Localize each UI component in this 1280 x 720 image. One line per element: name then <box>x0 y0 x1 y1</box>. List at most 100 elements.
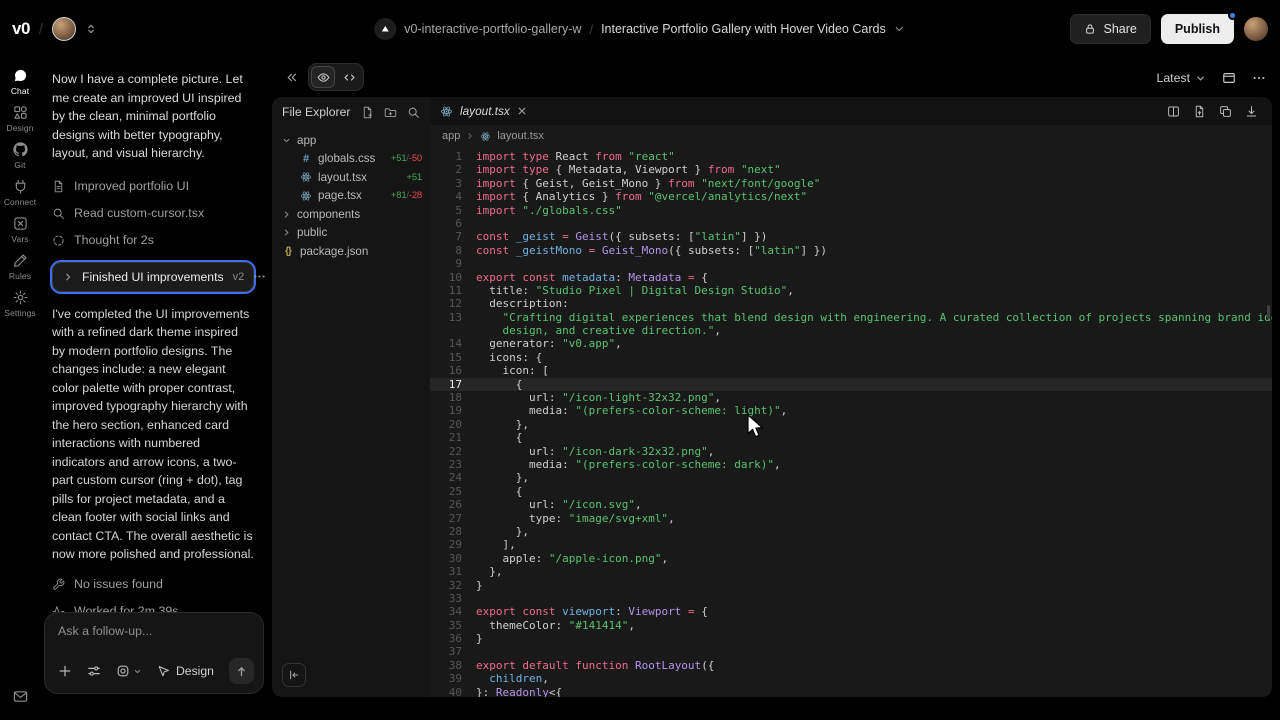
code-line-5[interactable]: 5import "./globals.css" <box>430 204 1272 217</box>
code-editor[interactable]: 1import type React from "react"2import t… <box>430 147 1272 697</box>
file-layout-tsx[interactable]: layout.tsx+51 <box>272 168 430 187</box>
file-globals-css[interactable]: #globals.css+51/-50 <box>272 150 430 169</box>
file-public[interactable]: public <box>272 224 430 243</box>
collapse-chat-button[interactable] <box>280 66 302 88</box>
download-icon[interactable] <box>1245 105 1258 118</box>
rail-item-vars[interactable]: Vars <box>0 216 40 244</box>
code-line-9[interactable]: 9 <box>430 257 1272 270</box>
rail-item-settings[interactable]: Settings <box>0 290 40 318</box>
file-app[interactable]: app <box>272 131 430 150</box>
breadcrumb-chat-title[interactable]: Interactive Portfolio Gallery with Hover… <box>601 22 886 36</box>
code-line-29[interactable]: 29 ], <box>430 538 1272 551</box>
code-line-13[interactable]: 13 "Crafting digital experiences that bl… <box>430 311 1272 324</box>
file-up-icon[interactable] <box>1193 105 1206 118</box>
scrollbar-thumb[interactable] <box>1267 305 1270 319</box>
code-line-15[interactable]: 15 icons: { <box>430 351 1272 364</box>
code-line-40[interactable]: 40}: Readonly<{ <box>430 686 1272 697</box>
new-folder-icon[interactable] <box>384 106 397 119</box>
new-file-icon[interactable] <box>361 106 374 119</box>
search-icon[interactable] <box>407 106 420 119</box>
code-line-wrap[interactable]: design, and creative direction.", <box>430 324 1272 337</box>
code-line-22[interactable]: 22 url: "/icon-dark-32x32.png", <box>430 445 1272 458</box>
code-line-27[interactable]: 27 type: "image/svg+xml", <box>430 512 1272 525</box>
code-toggle-button[interactable] <box>337 66 361 88</box>
code-line-35[interactable]: 35 themeColor: "#141414", <box>430 619 1272 632</box>
rail-item-connect[interactable]: Connect <box>0 179 40 207</box>
code-line-36[interactable]: 36} <box>430 632 1272 645</box>
code-line-3[interactable]: 3import { Geist, Geist_Mono } from "next… <box>430 177 1272 190</box>
preview-toggle-button[interactable] <box>311 66 335 88</box>
chevron-down-icon[interactable] <box>894 23 906 35</box>
code-line-2[interactable]: 2import type { Metadata, Viewport } from… <box>430 163 1272 176</box>
status-no-issues-found[interactable]: No issues found <box>52 571 254 598</box>
mail-button[interactable] <box>0 689 40 704</box>
code-line-28[interactable]: 28 }, <box>430 525 1272 538</box>
code-line-6[interactable]: 6 <box>430 217 1272 230</box>
browser-window-icon[interactable] <box>1222 71 1236 85</box>
code-line-37[interactable]: 37 <box>430 645 1272 658</box>
code-line-18[interactable]: 18 url: "/icon-light-32x32.png", <box>430 391 1272 404</box>
code-line-23[interactable]: 23 media: "(prefers-color-scheme: dark)"… <box>430 458 1272 471</box>
code-line-8[interactable]: 8const _geistMono = Geist_Mono({ subsets… <box>430 244 1272 257</box>
code-line-10[interactable]: 10export const metadata: Metadata = { <box>430 271 1272 284</box>
model-selector[interactable] <box>116 664 142 678</box>
chat-step-read-custom-cursor-tsx[interactable]: Read custom-cursor.tsx <box>52 200 254 227</box>
vercel-triangle-icon[interactable] <box>374 18 396 40</box>
ellipsis-icon[interactable] <box>1252 71 1266 85</box>
code-line-20[interactable]: 20 }, <box>430 418 1272 431</box>
code-line-17[interactable]: 17 { <box>430 378 1272 391</box>
code-line-21[interactable]: 21 { <box>430 431 1272 444</box>
design-mode-button[interactable]: Design <box>157 664 214 678</box>
code-line-30[interactable]: 30 apple: "/apple-icon.png", <box>430 552 1272 565</box>
code-line-38[interactable]: 38export default function RootLayout({ <box>430 659 1272 672</box>
code-line-39[interactable]: 39 children, <box>430 672 1272 685</box>
chevron-up-down-icon[interactable] <box>85 22 97 36</box>
chat-step-thought-for-2s[interactable]: Thought for 2s <box>52 227 254 254</box>
code-line-16[interactable]: 16 icon: [ <box>430 364 1272 377</box>
code-line-11[interactable]: 11 title: "Studio Pixel | Digital Design… <box>430 284 1272 297</box>
rail-item-design[interactable]: Design <box>0 105 40 133</box>
task-card-finished-ui-improvements[interactable]: Finished UI improvements v2 <box>52 262 254 292</box>
line-content: url: "/icon.svg", <box>462 498 642 511</box>
rail-item-chat[interactable]: Chat <box>0 68 40 96</box>
chat-step-improved-portfolio-ui[interactable]: Improved portfolio UI <box>52 173 254 200</box>
file-page-tsx[interactable]: page.tsx+81/-28 <box>272 187 430 206</box>
code-line-19[interactable]: 19 media: "(prefers-color-scheme: light)… <box>430 404 1272 417</box>
code-line-24[interactable]: 24 }, <box>430 471 1272 484</box>
tab-layout-tsx[interactable]: layout.tsx <box>430 97 539 125</box>
share-button[interactable]: Share <box>1070 14 1150 44</box>
sliders-icon[interactable] <box>87 664 101 678</box>
breadcrumb-file[interactable]: layout.tsx <box>497 130 543 142</box>
code-line-26[interactable]: 26 url: "/icon.svg", <box>430 498 1272 511</box>
rail-item-git[interactable]: Git <box>0 142 40 170</box>
file-components[interactable]: components <box>272 205 430 224</box>
code-line-31[interactable]: 31 }, <box>430 565 1272 578</box>
version-dropdown[interactable]: Latest <box>1157 71 1207 85</box>
collapse-explorer-button[interactable] <box>282 663 306 687</box>
publish-label: Publish <box>1175 22 1220 36</box>
breadcrumb-app[interactable]: app <box>442 130 460 142</box>
code-line-7[interactable]: 7const _geist = Geist({ subsets: ["latin… <box>430 230 1272 243</box>
code-line-12[interactable]: 12 description: <box>430 297 1272 310</box>
code-line-1[interactable]: 1import type React from "react" <box>430 150 1272 163</box>
breadcrumb-project[interactable]: v0-interactive-portfolio-gallery-w <box>404 22 581 36</box>
send-button[interactable] <box>229 658 254 684</box>
plus-icon[interactable] <box>58 664 72 678</box>
code-line-4[interactable]: 4import { Analytics } from "@vercel/anal… <box>430 190 1272 203</box>
rail-item-rules[interactable]: Rules <box>0 253 40 281</box>
follow-up-input[interactable] <box>58 624 250 638</box>
avatar[interactable] <box>1244 17 1268 41</box>
close-icon[interactable] <box>517 106 527 116</box>
code-line-33[interactable]: 33 <box>430 592 1272 605</box>
ellipsis-icon[interactable] <box>253 270 266 283</box>
copy-icon[interactable] <box>1219 105 1232 118</box>
code-line-34[interactable]: 34export const viewport: Viewport = { <box>430 605 1272 618</box>
code-line-14[interactable]: 14 generator: "v0.app", <box>430 337 1272 350</box>
avatar[interactable] <box>52 17 76 41</box>
publish-button[interactable]: Publish <box>1161 14 1234 44</box>
split-icon[interactable] <box>1167 105 1180 118</box>
code-line-25[interactable]: 25 { <box>430 485 1272 498</box>
file-package-json[interactable]: {}package.json <box>272 242 430 261</box>
code-line-32[interactable]: 32} <box>430 579 1272 592</box>
follow-up-composer[interactable]: Design <box>44 612 264 694</box>
